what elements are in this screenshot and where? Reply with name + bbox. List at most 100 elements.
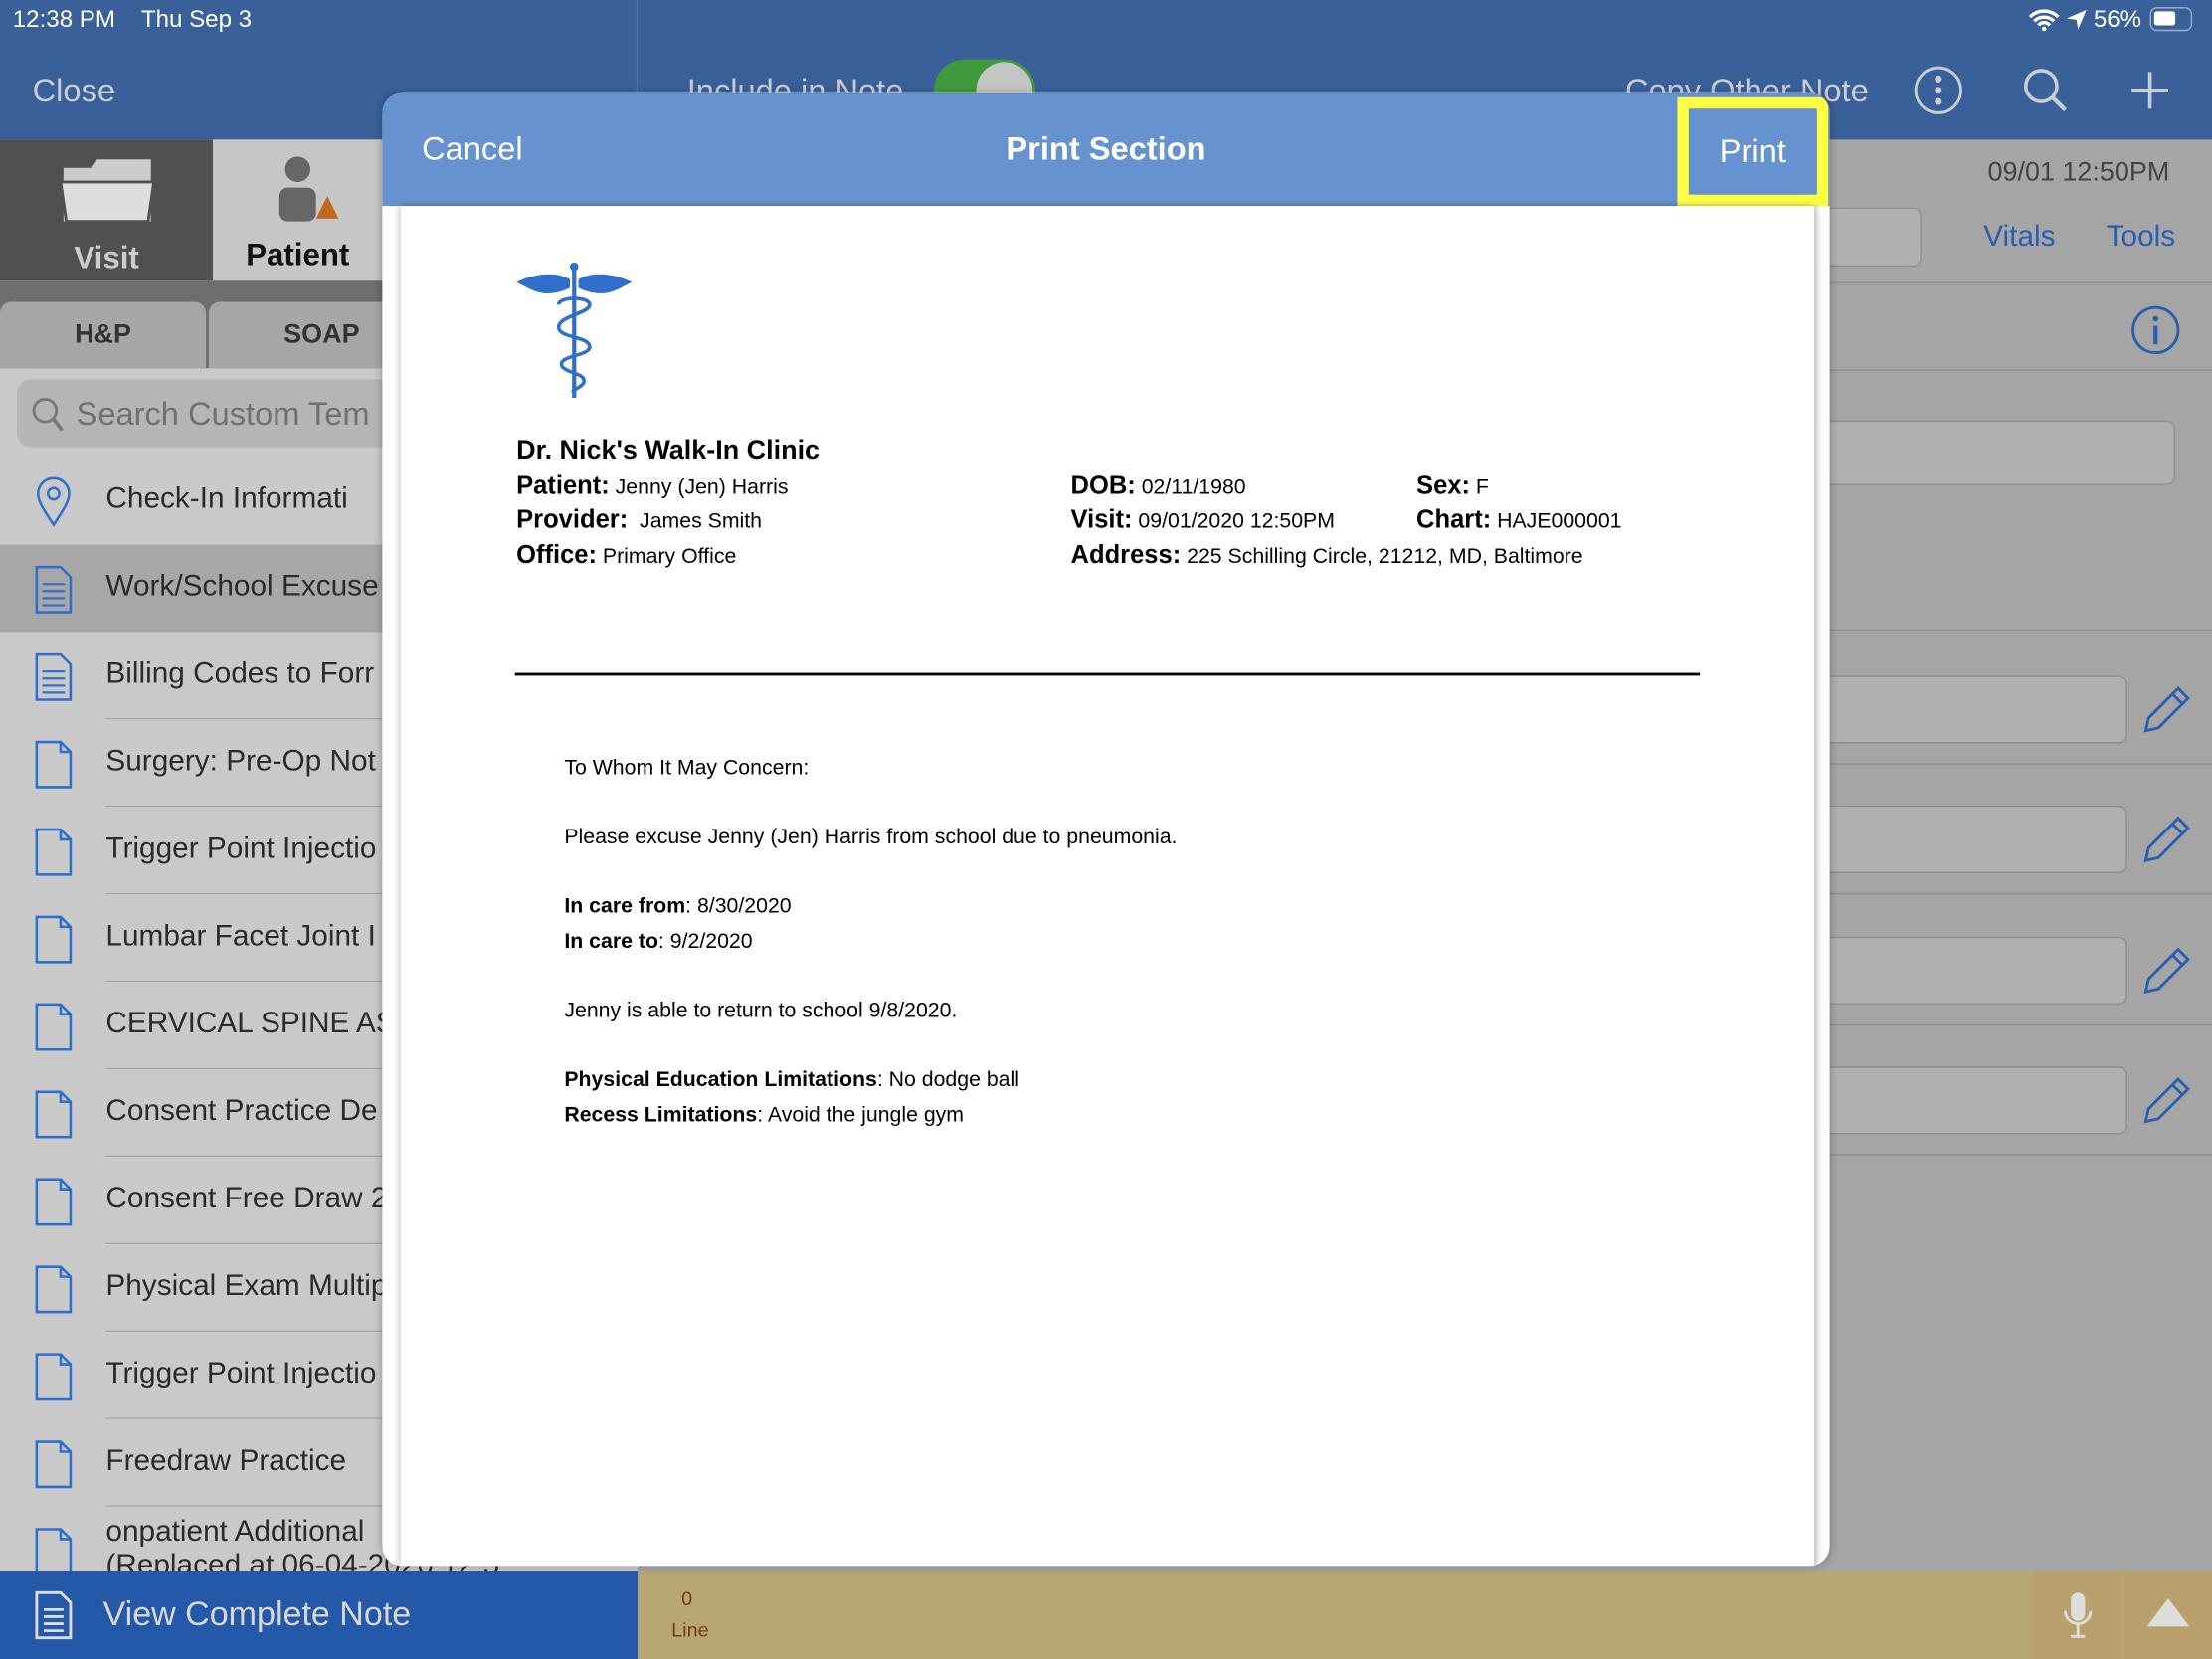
office-label: Office: <box>516 540 597 569</box>
visit-datetime: 09/01 12:50PM <box>1987 157 2170 188</box>
chart-value: HAJE000001 <box>1497 509 1622 534</box>
clinic-name: Dr. Nick's Walk-In Clinic <box>516 436 821 466</box>
document-icon <box>35 1090 73 1139</box>
text-field[interactable] <box>1794 936 2127 1005</box>
tab-hp[interactable]: H&P <box>0 301 207 369</box>
view-complete-note-label: View Complete Note <box>102 1595 412 1634</box>
document-icon <box>35 1178 73 1226</box>
caduceus-logo <box>516 262 633 398</box>
sidebar-item-label: Physical Exam Multip <box>105 1269 388 1303</box>
vitals-link[interactable]: Vitals <box>1983 220 2055 254</box>
battery-percent: 56% <box>2093 5 2142 33</box>
visit-label: Visit: <box>1070 504 1133 534</box>
triangle-up-icon <box>2146 1598 2190 1627</box>
care-to-label: In care to <box>564 929 658 954</box>
pencil-icon[interactable] <box>2141 684 2192 735</box>
dob-label: DOB: <box>1070 470 1136 500</box>
sidebar-item-label: Freedraw Practice <box>105 1444 347 1478</box>
sidebar-item-label: Lumbar Facet Joint I <box>105 919 376 953</box>
sidebar-item-label: Work/School Excuse <box>105 570 379 603</box>
search-icon <box>32 397 64 432</box>
pe-limitations-value: : No dodge ball <box>876 1067 1019 1092</box>
care-from-value: : 8/30/2020 <box>685 894 792 919</box>
sidebar-item-label: Consent Practice De <box>105 1094 378 1128</box>
more-icon[interactable] <box>1913 65 1963 115</box>
sidebar-item-label: Surgery: Pre-Op Not <box>105 744 376 778</box>
expand-button[interactable] <box>2122 1571 2212 1659</box>
person-icon <box>278 156 339 222</box>
sex-label: Sex: <box>1416 470 1470 500</box>
microphone-button[interactable] <box>2034 1571 2122 1659</box>
status-time: 12:38 PM <box>12 5 115 33</box>
print-preview-page: Dr. Nick's Walk-In Clinic Patient: Jenny… <box>400 206 1815 1567</box>
divider <box>1829 281 2212 284</box>
divider <box>1829 369 2212 372</box>
provider-value: James Smith <box>640 509 763 534</box>
print-button[interactable]: Print <box>1677 96 1829 207</box>
document-icon <box>35 740 73 789</box>
sidebar-item-label: Trigger Point Injectio <box>105 831 377 865</box>
info-icon[interactable] <box>2130 304 2181 355</box>
wifi-icon <box>2028 9 2060 32</box>
line-count: 0 <box>681 1586 693 1610</box>
close-button[interactable]: Close <box>33 72 115 109</box>
pencil-icon[interactable] <box>2141 945 2192 996</box>
pe-limitations-label: Physical Education Limitations <box>564 1067 877 1092</box>
pencil-icon[interactable] <box>2141 814 2192 864</box>
dialog-header: Cancel Print Section Print <box>382 92 1830 207</box>
segment-visit-label: Visit <box>74 240 139 276</box>
app-screen: 12:38 PM Thu Sep 3 56% Close Include in … <box>0 0 2212 1659</box>
divider <box>1829 763 2212 765</box>
search-placeholder: Search Custom Tem <box>76 395 370 433</box>
divider <box>1829 1023 2212 1026</box>
address-value: 225 Schilling Circle, 21212, MD, Baltimo… <box>1187 544 1583 569</box>
visit-value: 09/01/2020 12:50PM <box>1138 509 1335 534</box>
segment-visit[interactable]: Visit <box>0 139 214 281</box>
text-field[interactable] <box>1794 805 2127 873</box>
dob-value: 02/11/1980 <box>1141 474 1246 500</box>
battery-icon <box>2149 7 2193 32</box>
recess-limitations-value: : Avoid the jungle gym <box>757 1103 965 1128</box>
status-date: Thu Sep 3 <box>140 5 253 33</box>
return-text: Jenny is able to return to school 9/8/20… <box>564 999 958 1023</box>
sidebar-item-label: Trigger Point Injectio <box>105 1357 377 1390</box>
sidebar-item-label: Check-In Informati <box>105 482 348 515</box>
location-pin-icon <box>37 476 71 527</box>
sidebar-item-label: onpatient Additional <box>105 1515 365 1548</box>
dictation-bar: 0 Line <box>638 1571 2212 1659</box>
segment-patient[interactable]: Patient <box>213 139 383 281</box>
microphone-icon <box>2064 1592 2093 1638</box>
chart-label: Chart: <box>1416 504 1492 534</box>
divider <box>1829 1154 2212 1156</box>
folder-icon <box>58 159 155 224</box>
view-complete-note-button[interactable]: View Complete Note <box>0 1571 639 1659</box>
plus-icon[interactable] <box>2128 69 2171 111</box>
header-rule <box>514 672 1701 676</box>
location-icon <box>2066 9 2087 30</box>
print-section-dialog: Cancel Print Section Print Dr. Nick's Wa… <box>382 92 1830 1567</box>
segment-patient-label: Patient <box>246 237 350 273</box>
tools-link[interactable]: Tools <box>2107 220 2176 254</box>
sex-value: F <box>1475 474 1489 500</box>
divider <box>1829 629 2212 632</box>
document-text-icon <box>35 565 73 614</box>
document-icon <box>35 1265 73 1314</box>
office-value: Primary Office <box>602 544 737 569</box>
provider-label: Provider: <box>516 504 629 534</box>
line-label: Line <box>671 1617 709 1641</box>
document-icon <box>35 828 73 876</box>
recess-limitations-label: Recess Limitations <box>564 1103 758 1128</box>
text-field[interactable] <box>1794 675 2127 744</box>
search-icon[interactable] <box>2022 67 2070 114</box>
sidebar-item-label: CERVICAL SPINE AS <box>105 1007 396 1040</box>
print-button-label: Print <box>1719 132 1786 170</box>
excuse-text: Please excuse Jenny (Jen) Harris from sc… <box>564 825 1178 849</box>
document-icon <box>35 915 73 964</box>
text-field[interactable] <box>1794 1066 2127 1135</box>
patient-label: Patient: <box>516 470 610 500</box>
pencil-icon[interactable] <box>2141 1075 2192 1126</box>
sidebar-item-label: Billing Codes to Forr <box>105 656 375 690</box>
document-text-icon <box>35 652 73 701</box>
care-to-value: : 9/2/2020 <box>657 929 753 954</box>
text-field[interactable] <box>1794 420 2176 485</box>
